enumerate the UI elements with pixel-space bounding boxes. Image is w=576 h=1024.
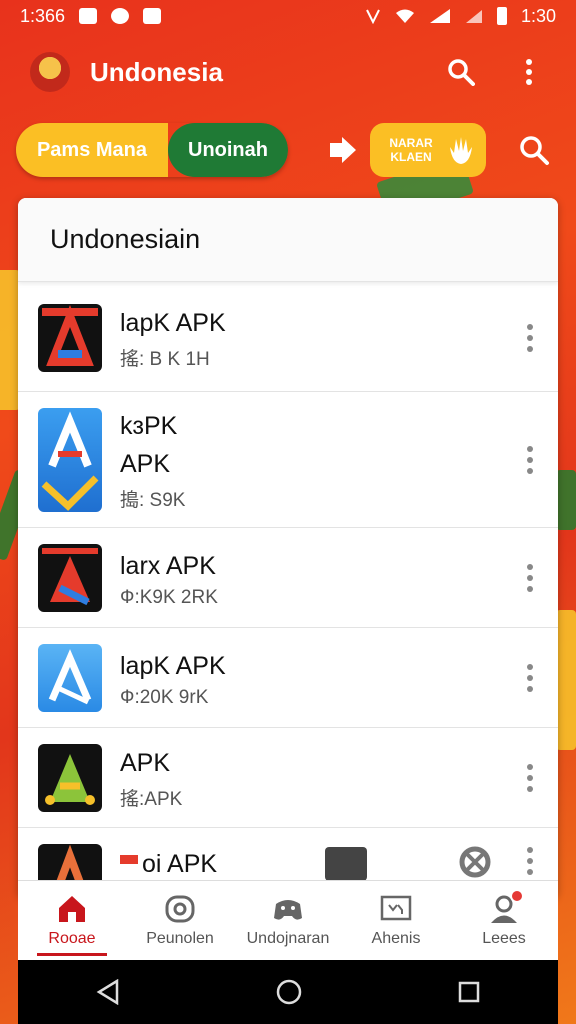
app-name: lapK APK (120, 309, 226, 337)
more-options-button[interactable] (518, 761, 542, 795)
nav-label: Peunolen (146, 929, 214, 947)
card-header: Undonesiain (18, 198, 558, 282)
background-decoration (556, 470, 576, 530)
app-icon (38, 407, 102, 512)
app-name: APK (120, 749, 171, 777)
app-size: 搗: S9K (120, 490, 186, 511)
controller-icon (274, 899, 302, 920)
bottom-navigation: Rooae Peunolen Undojnaran Ahenis Leees (18, 880, 558, 960)
promo-button[interactable]: NARAR KLAEN (370, 123, 486, 177)
status-bar: 1:366 1:30 (0, 0, 576, 32)
more-options-button[interactable] (518, 844, 542, 878)
flag-icon (120, 855, 138, 873)
segment-toggle: Pams Mana Unoinah (16, 123, 288, 177)
app-name: oi APK (142, 850, 218, 878)
status-time-right: 1:30 (520, 5, 556, 26)
more-options-button[interactable] (518, 561, 542, 595)
promo-line-1: NARAR (389, 136, 433, 150)
hand-icon (450, 137, 472, 164)
garuda-logo (30, 52, 70, 92)
search-button[interactable] (444, 55, 478, 89)
more-options-button[interactable] (518, 321, 542, 355)
nfc-icon (366, 9, 380, 24)
filter-row: Pams Mana Unoinah NARAR KLAEN (16, 122, 560, 178)
notification-icon (111, 8, 130, 24)
more-options-button[interactable] (518, 661, 542, 695)
home-icon (59, 895, 85, 922)
list-item[interactable]: larx APK Ф:K9K 2RK (18, 528, 558, 628)
list-item[interactable]: lapK APK Ф:20K 9rK (18, 628, 558, 728)
nav-label: Ahenis (371, 929, 421, 947)
signal-icon (465, 10, 482, 23)
nav-item-profile[interactable]: Leees (450, 881, 558, 960)
app-title: Undonesia (90, 56, 223, 87)
image-notification-icon (143, 8, 162, 24)
apps-window-icon (380, 895, 412, 920)
promo-line-2: KLAEN (390, 150, 432, 164)
search-icon[interactable] (518, 134, 550, 166)
search-tool-icon (459, 846, 491, 878)
app-icon (38, 543, 102, 612)
play-store-icon (325, 847, 368, 881)
toggle-option-right[interactable]: Unoinah (168, 123, 288, 177)
promo-label: NARAR KLAEN (378, 136, 444, 164)
recents-icon[interactable] (457, 980, 481, 1004)
wifi-icon (395, 9, 414, 23)
games-icon (165, 895, 195, 922)
nav-item-apps[interactable]: Ahenis (342, 881, 450, 960)
app-name: kɜPK APK (120, 412, 178, 478)
app-size: Ф:K9K 2RK (120, 586, 218, 608)
notification-icon (79, 8, 98, 24)
list-item[interactable]: lapK APK 搖: B K 1H (18, 284, 558, 392)
app-name: larx APK (120, 551, 216, 580)
signal-icon (429, 9, 450, 23)
toggle-option-left[interactable]: Pams Mana (16, 123, 168, 177)
overflow-menu-button[interactable] (512, 55, 546, 89)
app-icon (38, 303, 102, 372)
status-time-left: 1:366 (20, 5, 66, 26)
list-item[interactable]: kɜPK APK 搗: S9K (18, 392, 558, 528)
app-icon (38, 743, 102, 812)
app-size: 搖:APK (120, 789, 183, 810)
nav-item-home[interactable]: Rooae (18, 881, 126, 960)
app-name: lapK APK (120, 651, 226, 680)
more-vert-icon (526, 59, 532, 85)
search-icon (448, 59, 475, 86)
nav-label: Undojnaran (246, 929, 330, 947)
nav-item-games[interactable]: Peunolen (126, 881, 234, 960)
nav-item-controller[interactable]: Undojnaran (234, 881, 342, 960)
background-decoration (556, 610, 576, 750)
app-size: Ф:20K 9rK (120, 686, 209, 708)
active-indicator (37, 953, 107, 956)
arrow-right-icon[interactable] (328, 135, 358, 165)
nav-label: Leees (482, 929, 526, 947)
list-item[interactable]: APK 搖:APK (18, 728, 558, 828)
battery-icon (496, 7, 507, 25)
app-list-card: Undonesiain lapK APK 搖: B K 1H kɜPK APK … (18, 198, 558, 898)
system-navigation-bar (18, 960, 558, 1024)
background-decoration (0, 270, 20, 410)
back-icon[interactable] (95, 979, 121, 1005)
app-icon (38, 643, 102, 712)
home-button-icon[interactable] (275, 978, 303, 1006)
nav-label: Rooae (48, 929, 96, 947)
app-bar: Undonesia (0, 40, 576, 104)
more-options-button[interactable] (518, 443, 542, 477)
notification-badge (510, 889, 524, 903)
app-size: 搖: B K 1H (120, 349, 210, 370)
